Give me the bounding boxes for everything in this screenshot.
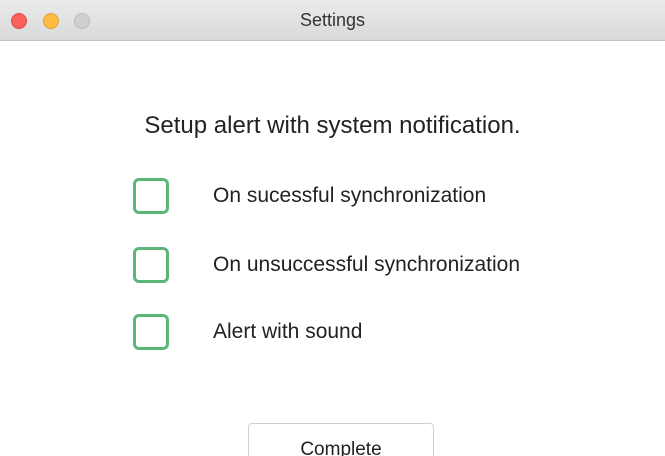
option-unsuccessful-sync[interactable]: On unsuccessful synchronization bbox=[133, 245, 520, 285]
alert-sound-checkbox[interactable] bbox=[133, 314, 169, 350]
window-title: Settings bbox=[299, 10, 366, 30]
option-successful-sync[interactable]: On sucessful synchronization bbox=[133, 176, 486, 216]
alert-sound-label: Alert with sound bbox=[213, 320, 363, 343]
title-bar[interactable]: Settings bbox=[0, 0, 665, 41]
settings-window: Settings Setup alert with system notific… bbox=[0, 0, 665, 456]
page-heading: Setup alert with system notification. bbox=[144, 112, 521, 139]
unsuccessful-sync-checkbox[interactable] bbox=[133, 247, 169, 283]
successful-sync-label: On sucessful synchronization bbox=[213, 184, 487, 207]
option-alert-sound[interactable]: Alert with sound bbox=[133, 312, 362, 352]
complete-button[interactable]: Complete bbox=[248, 423, 434, 456]
unsuccessful-sync-label: On unsuccessful synchronization bbox=[213, 253, 520, 276]
successful-sync-checkbox[interactable] bbox=[133, 178, 169, 214]
